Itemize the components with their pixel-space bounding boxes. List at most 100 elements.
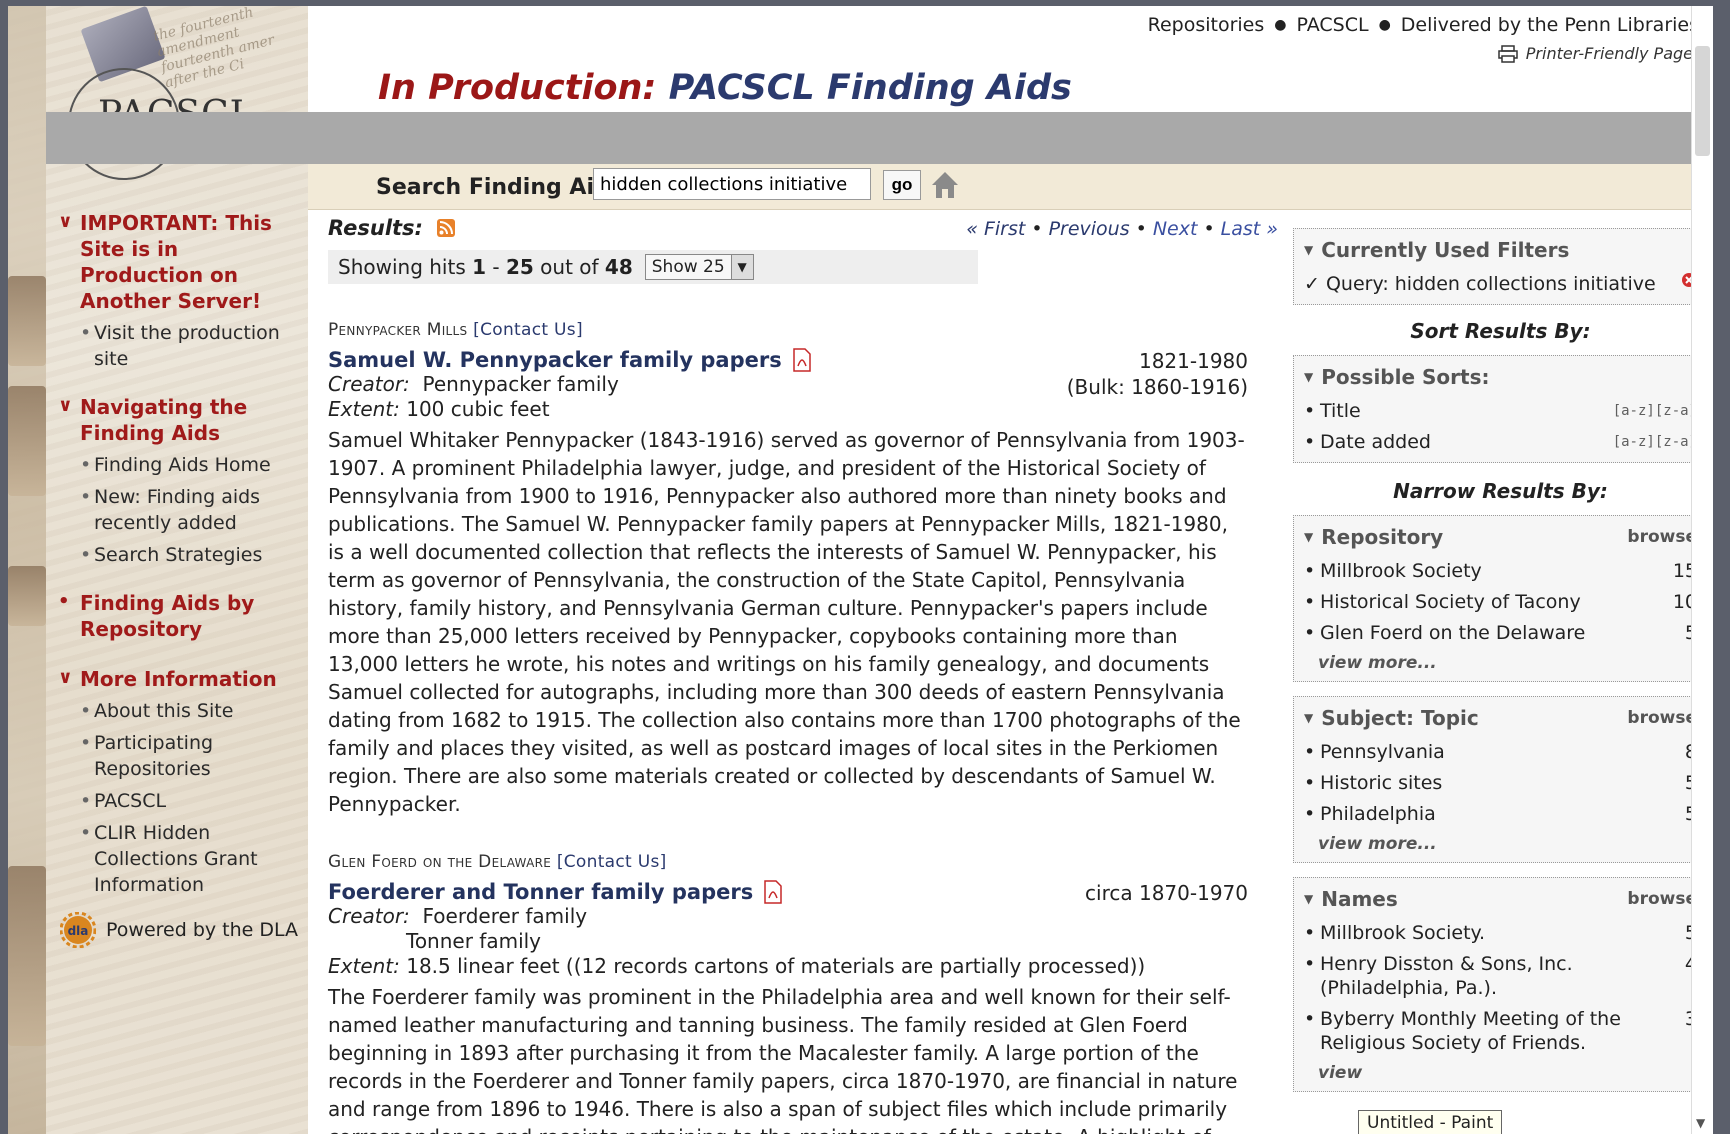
facet-item[interactable]: • Glen Foerd on the Delaware 5 — [1304, 621, 1697, 645]
facet-item[interactable]: • Byberry Monthly Meeting of the Religio… — [1304, 1007, 1697, 1055]
home-icon[interactable] — [930, 170, 960, 200]
nav-repositories-link[interactable]: Repositories — [1148, 14, 1265, 36]
show-count-select[interactable]: Show 25 ▼ — [644, 254, 754, 280]
sidebar-item-recently-added[interactable]: New: Finding aids recently added — [80, 484, 308, 536]
results-header: Results: « First • Previous • Next • Las… — [328, 216, 1278, 246]
nav-pacscl-link[interactable]: PACSCL — [1296, 14, 1368, 36]
facet-item[interactable]: • Pennsylvania 8 — [1304, 740, 1697, 764]
collage-photo — [8, 866, 46, 1046]
vertical-scrollbar[interactable]: ▼ — [1691, 6, 1713, 1134]
logo-script: the fourteenth amendment fourteenth amer… — [151, 6, 277, 92]
current-filters-heading[interactable]: ▼ Currently Used Filters — [1304, 235, 1697, 265]
powered-by-label: Powered by the DLA — [106, 919, 299, 941]
facet-item[interactable]: • Historical Society of Tacony 10 — [1304, 590, 1697, 614]
facet-item[interactable]: • Philadelphia 5 — [1304, 802, 1697, 826]
browse-link[interactable]: browse — [1627, 708, 1697, 728]
sort-option: • Date added [a-z][z-a] — [1304, 430, 1697, 454]
triangle-down-icon: ▼ — [1304, 711, 1314, 725]
contact-us-link[interactable]: [Contact Us] — [473, 320, 583, 340]
sidebar-more-info-section: ∨ More Information About this Site Parti… — [46, 666, 308, 898]
sidebar: ∨ IMPORTANT: This Site is in Production … — [46, 210, 308, 948]
names-facet-title: Names — [1321, 887, 1398, 911]
go-button[interactable]: go — [883, 170, 921, 200]
nav-penn-libraries-link[interactable]: Delivered by the Penn Libraries — [1401, 14, 1699, 36]
scroll-down-arrow-icon[interactable]: ▼ — [1696, 1116, 1705, 1130]
sidebar-item-about[interactable]: About this Site — [80, 698, 308, 724]
sort-order-links[interactable]: [a-z][z-a] — [1613, 430, 1697, 454]
view-more-link[interactable]: view more... — [1304, 834, 1697, 854]
browse-link[interactable]: browse — [1627, 889, 1697, 909]
collage-photo — [8, 566, 46, 626]
pager-next[interactable]: Next — [1153, 218, 1198, 240]
hits-total: 48 — [604, 255, 633, 279]
sidebar-important-heading: IMPORTANT: This Site is in Production on… — [80, 211, 272, 313]
printer-friendly-label: Printer-Friendly Page — [1525, 44, 1693, 63]
pager-previous[interactable]: Previous — [1049, 218, 1130, 240]
result-bulk-dates: (Bulk: 1860-1916) — [1066, 375, 1248, 399]
pager: « First • Previous • Next • Last » — [966, 218, 1278, 240]
scrollbar-thumb[interactable] — [1695, 46, 1710, 156]
view-more-link[interactable]: view more... — [1304, 653, 1697, 673]
result-title-link[interactable]: Foerderer and Tonner family papers — [328, 880, 753, 904]
result-item: Pennypacker Mills [Contact Us] Samuel W.… — [328, 320, 1248, 818]
facet-label: Millbrook Society. — [1320, 922, 1486, 944]
browse-link[interactable]: browse — [1627, 527, 1697, 547]
sidebar-item-pacscl[interactable]: PACSCL — [80, 788, 308, 814]
bullet-icon: • — [1304, 953, 1316, 975]
result-title-link[interactable]: Samuel W. Pennypacker family papers — [328, 348, 782, 372]
view-more-link[interactable]: view — [1304, 1063, 1697, 1083]
bullet-icon: • — [1304, 741, 1316, 763]
contact-us-link[interactable]: [Contact Us] — [557, 852, 667, 872]
pager-first[interactable]: « First — [966, 218, 1025, 240]
sidebar-important-section: ∨ IMPORTANT: This Site is in Production … — [46, 210, 308, 372]
result-date-range: 1821-1980 — [1138, 349, 1248, 373]
facet-label: Henry Disston & Sons, Inc. (Philadelphia… — [1320, 953, 1573, 999]
names-facet-heading[interactable]: ▼ Names browse — [1304, 884, 1697, 914]
current-filters-title: Currently Used Filters — [1321, 238, 1570, 262]
hits-to: 25 — [505, 255, 534, 279]
bullet-icon: • — [1304, 400, 1316, 422]
facet-item[interactable]: • Millbrook Society. 5 — [1304, 921, 1697, 945]
result-date-range: circa 1870-1970 — [1085, 881, 1248, 905]
sidebar-item-visit-production[interactable]: Visit the production site — [80, 320, 308, 372]
facet-label: Byberry Monthly Meeting of the Religious… — [1320, 1008, 1621, 1054]
facet-item[interactable]: • Millbrook Society 15 — [1304, 559, 1697, 583]
sort-option-label: Date added — [1320, 431, 1431, 453]
sidebar-item-clir-grant[interactable]: CLIR Hidden Collections Grant Informatio… — [80, 820, 308, 898]
hits-summary: Showing hits 1 - 25 out of 48 Show 25 ▼ — [328, 250, 978, 284]
hits-from: 1 — [472, 255, 487, 279]
repository-facet-heading[interactable]: ▼ Repository browse — [1304, 522, 1697, 552]
sidebar-item-finding-aids-home[interactable]: Finding Aids Home — [80, 452, 308, 478]
result-extent: Extent: 100 cubic feet — [328, 397, 1248, 422]
sort-order-links[interactable]: [a-z][z-a] — [1613, 399, 1697, 423]
search-input[interactable] — [593, 168, 871, 200]
powered-by-dla[interactable]: dla Powered by the DLA — [60, 912, 308, 948]
pager-separator: • — [1031, 218, 1043, 240]
printer-icon — [1498, 44, 1518, 63]
possible-sorts-heading[interactable]: ▼ Possible Sorts: — [1304, 362, 1697, 392]
sidebar-more-info-heading[interactable]: More Information — [80, 666, 308, 692]
creator-label: Creator: — [328, 904, 410, 928]
sidebar-item-search-strategies[interactable]: Search Strategies — [80, 542, 308, 568]
sidebar-navigating-section: ∨ Navigating the Finding Aids Finding Ai… — [46, 394, 308, 568]
sidebar-navigating-heading[interactable]: Navigating the Finding Aids — [80, 394, 308, 446]
pager-last[interactable]: Last » — [1221, 218, 1278, 240]
collage-photo — [8, 276, 46, 366]
nav-separator: ● — [1274, 17, 1287, 33]
creator-label: Creator: — [328, 372, 410, 396]
facet-item[interactable]: • Henry Disston & Sons, Inc. (Philadelph… — [1304, 952, 1697, 1000]
pdf-icon[interactable] — [763, 880, 783, 904]
printer-friendly-link[interactable]: Printer-Friendly Page — [1498, 44, 1693, 63]
sidebar-by-repository-link[interactable]: Finding Aids by Repository — [80, 590, 308, 642]
result-repository: Pennypacker Mills [Contact Us] — [328, 320, 1248, 340]
subject-facet-heading[interactable]: ▼ Subject: Topic browse — [1304, 703, 1697, 733]
facet-label: Philadelphia — [1320, 803, 1436, 825]
pager-separator: • — [1203, 218, 1215, 240]
rss-icon[interactable] — [436, 219, 455, 237]
extent-label: Extent: — [328, 954, 400, 978]
chevron-down-icon: ▼ — [730, 255, 753, 279]
facet-label: Historic sites — [1320, 772, 1443, 794]
facet-item[interactable]: • Historic sites 5 — [1304, 771, 1697, 795]
pdf-icon[interactable] — [792, 348, 812, 372]
sidebar-item-participating[interactable]: Participating Repositories — [80, 730, 308, 782]
